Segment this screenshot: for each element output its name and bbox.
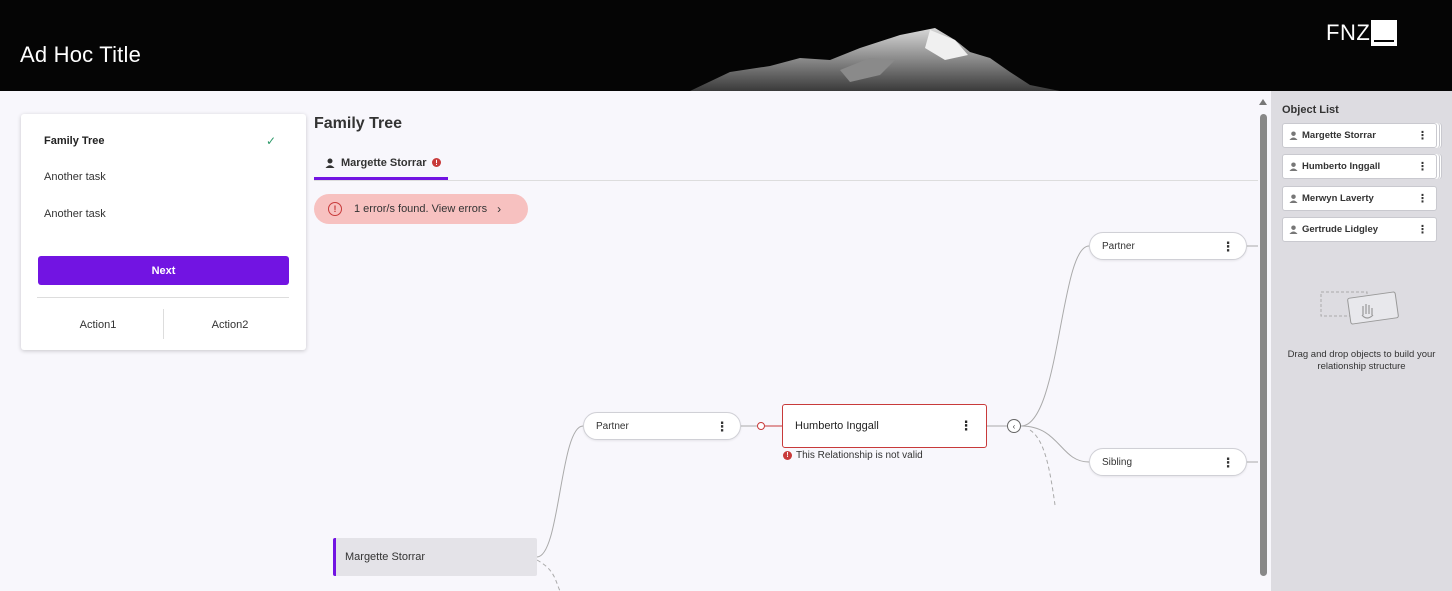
- error-icon: !: [783, 451, 792, 460]
- kebab-icon[interactable]: ⋮: [1417, 223, 1428, 236]
- object-item-label: Merwyn Laverty: [1302, 193, 1374, 204]
- node-label: Humberto Inggall: [795, 420, 879, 432]
- person-icon: [1289, 131, 1298, 140]
- person-icon: [1289, 162, 1298, 171]
- object-item-humberto-inggall[interactable]: Humberto Inggall ⋮: [1282, 154, 1437, 179]
- logo-text: FNZ: [1326, 20, 1371, 45]
- relationship-error-message: ! This Relationship is not valid: [783, 450, 923, 461]
- relationship-error-text: This Relationship is not valid: [796, 450, 923, 461]
- object-item-label: Margette Storrar: [1302, 130, 1376, 141]
- tree-connectors: [536, 245, 1258, 591]
- kebab-icon[interactable]: ⋮: [1417, 129, 1428, 142]
- tree-root-node[interactable]: Margette Storrar: [333, 538, 537, 576]
- node-label: Sibling: [1102, 456, 1133, 468]
- logo-mark: [1371, 20, 1398, 46]
- tree-node-partner-right[interactable]: Partner ⋮: [1089, 232, 1247, 260]
- kebab-icon[interactable]: ⋮: [1417, 192, 1428, 205]
- kebab-icon[interactable]: ⋮: [956, 418, 976, 434]
- drop-hint-text: Drag and drop objects to build your rela…: [1287, 349, 1436, 372]
- root-node-label: Margette Storrar: [345, 551, 426, 563]
- kebab-icon[interactable]: ⋮: [1218, 456, 1238, 469]
- object-list-panel: Object List Margette Storrar ⋮ Humberto …: [1271, 91, 1452, 591]
- collapse-icon[interactable]: ‹: [1007, 419, 1021, 433]
- kebab-icon[interactable]: ⋮: [1417, 160, 1428, 173]
- object-item-gertrude-lidgley[interactable]: Gertrude Lidgley ⋮: [1282, 217, 1437, 242]
- object-item-label: Humberto Inggall: [1302, 161, 1381, 172]
- object-item-label: Gertrude Lidgley: [1302, 224, 1379, 235]
- tree-node-humberto-inggall[interactable]: Humberto Inggall ⋮: [782, 404, 987, 448]
- object-item-margette-storrar[interactable]: Margette Storrar ⋮: [1282, 123, 1437, 148]
- drag-drop-icon: [1320, 291, 1399, 325]
- fnz-logo: FNZ: [1326, 20, 1398, 46]
- node-label: Partner: [1102, 240, 1135, 252]
- object-list-title: Object List: [1282, 104, 1339, 116]
- vertical-scrollbar[interactable]: [1260, 114, 1267, 576]
- tree-node-sibling[interactable]: Sibling ⋮: [1089, 448, 1247, 476]
- node-label: Partner: [596, 420, 629, 432]
- kebab-icon[interactable]: ⋮: [1218, 240, 1238, 253]
- kebab-icon[interactable]: ⋮: [712, 420, 732, 433]
- tree-node-partner-left[interactable]: Partner ⋮: [583, 412, 741, 440]
- person-icon: [1289, 225, 1298, 234]
- person-icon: [1289, 194, 1298, 203]
- object-item-merwyn-laverty[interactable]: Merwyn Laverty ⋮: [1282, 186, 1437, 211]
- scroll-up-arrow[interactable]: [1259, 99, 1267, 105]
